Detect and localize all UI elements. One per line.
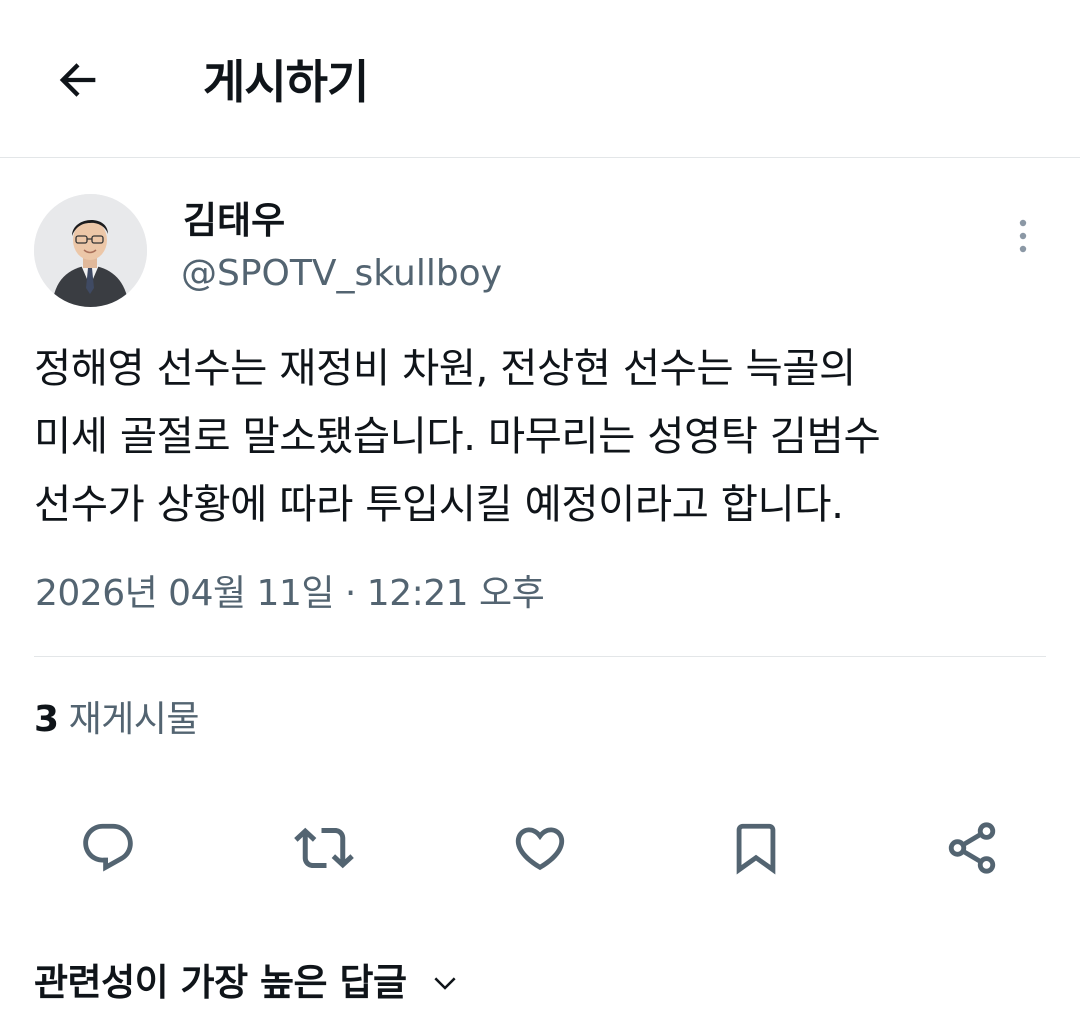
repost-count-label: 재게시물 [68,699,200,740]
share-icon [943,819,1001,881]
reply-button[interactable] [76,818,140,882]
repost-count[interactable]: 3 재게시물 [34,696,200,744]
share-button[interactable] [940,818,1004,882]
post-text-line: 선수가 상황에 따라 투입시킬 예정이라고 합니다. [34,480,844,528]
bookmark-button[interactable] [724,818,788,882]
profile-photo [34,194,147,307]
replies-sort-dropdown[interactable]: 관련성이 가장 높은 답글 [34,955,461,1011]
repost-icon [294,818,354,882]
post-text-line: 정해영 선수는 재정비 차원, 전상현 선수는 늑골의 [34,344,856,392]
page-title: 게시하기 [203,55,369,109]
post-timestamp[interactable]: 2026년 04월 11일 · 12:21 오후 [35,570,545,618]
repost-count-number: 3 [34,699,59,740]
chevron-down-icon [429,967,461,999]
repost-button[interactable] [292,818,356,882]
more-vertical-icon [1017,218,1029,258]
divider [34,656,1046,657]
author-name[interactable]: 김태우 [183,197,285,245]
arrow-left-icon [52,54,104,110]
bookmark-icon [727,819,785,881]
like-icon [511,819,569,881]
more-options-button[interactable] [1003,216,1043,260]
top-bar: 게시하기 [0,0,1080,158]
replies-sort-label: 관련성이 가장 높은 답글 [34,961,407,1004]
back-button[interactable] [48,52,108,112]
post-text-line: 미세 골절로 말소됐습니다. 마무리는 성영탁 김범수 [34,412,881,460]
avatar[interactable] [34,194,147,307]
post-text: 정해영 선수는 재정비 차원, 전상현 선수는 늑골의 미세 골절로 말소됐습니… [34,334,1054,538]
like-button[interactable] [508,818,572,882]
author-handle[interactable]: @SPOTV_skullboy [181,251,502,297]
reply-icon [79,819,137,881]
